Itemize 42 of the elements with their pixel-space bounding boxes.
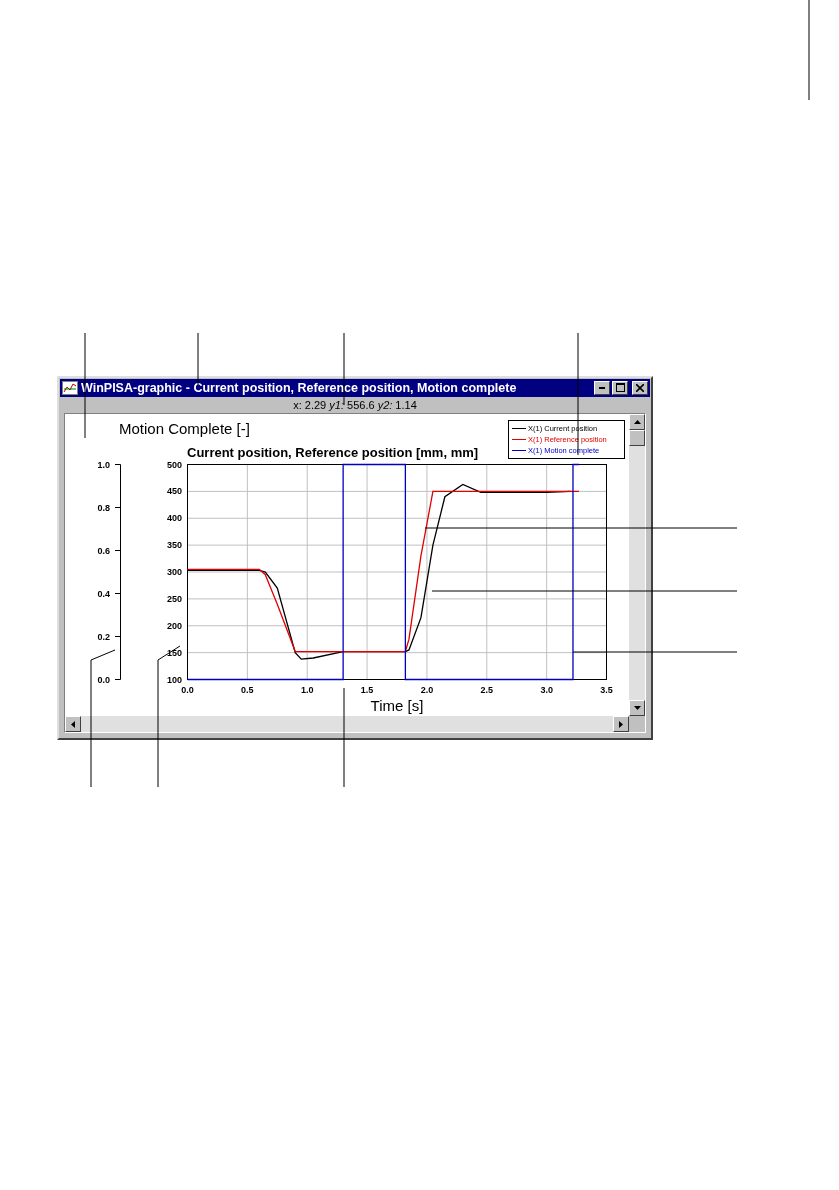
tick-label: 200 (166, 620, 182, 631)
chart-icon (62, 380, 78, 395)
minimize-icon (599, 386, 605, 389)
tick-label: 2.0 (420, 684, 434, 695)
horizontal-scrollbar[interactable] (65, 716, 629, 732)
tick-label: 250 (166, 593, 182, 604)
tick-label: 150 (166, 647, 182, 658)
tick-label: 1.0 (300, 684, 314, 695)
axis-title: Time [s] (370, 697, 424, 714)
tick-label: 1.0 (97, 459, 110, 470)
tick-label: 450 (166, 486, 182, 497)
scroll-left-icon[interactable] (65, 716, 81, 732)
tick-label: 100 (166, 674, 182, 685)
tick-label: 400 (166, 513, 182, 524)
tick-label: 1.5 (360, 684, 374, 695)
cursor-readout: x: 2.29 y1: 556.6 y2: 1.14 (293, 398, 417, 411)
tick-label: 500 (166, 459, 182, 470)
scroll-down-icon[interactable] (629, 700, 645, 716)
chart-title: Current position, Reference position [mm, mm] (187, 445, 479, 460)
tick-label: 300 (166, 567, 182, 577)
close-button[interactable] (632, 380, 648, 395)
tick-label: 3.5 (600, 684, 613, 695)
leader-line (197, 332, 199, 386)
tick-label: 0.5 (241, 684, 254, 695)
window-title: WinPISA-graphic - Current position, Reference position, Motion complete (81, 380, 518, 395)
tick-label: 0.2 (97, 631, 110, 642)
tick-label: 350 (166, 540, 182, 551)
vertical-scrollbar[interactable] (629, 414, 645, 716)
tick-label: 3.0 (540, 684, 553, 695)
close-icon (636, 383, 644, 392)
tick-label: 0.0 (181, 684, 194, 695)
maximize-button[interactable] (612, 380, 628, 395)
scroll-up-icon[interactable] (629, 414, 645, 430)
tick-label: 0.8 (97, 502, 110, 513)
maximize-icon (615, 383, 625, 393)
minimize-button[interactable] (594, 380, 610, 395)
axis-title: Motion Complete [-] (119, 420, 250, 437)
tick-label: 0.6 (97, 545, 110, 556)
scroll-right-icon[interactable] (613, 716, 629, 732)
tick-label: 0.0 (97, 674, 110, 685)
tick-label: 2.5 (480, 684, 494, 695)
tick-label: 0.4 (97, 588, 110, 599)
